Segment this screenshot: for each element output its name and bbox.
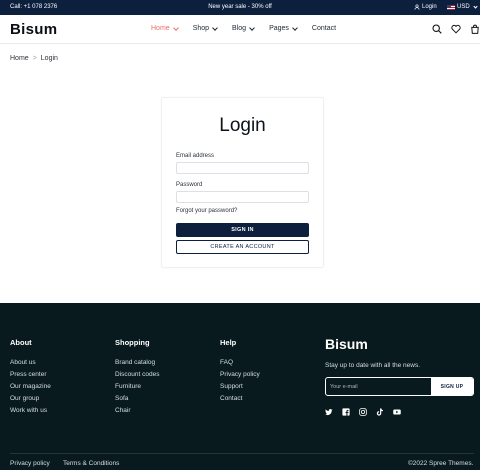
- currency-selector[interactable]: USD: [447, 3, 478, 10]
- footer-shopping-links: Brand catalog Discount codes Furniture S…: [115, 359, 159, 419]
- footer-help-title: Help: [220, 338, 237, 347]
- tiktok-icon[interactable]: [376, 408, 384, 416]
- email-label: Email address: [176, 153, 215, 159]
- nav-label: Home: [151, 25, 170, 32]
- footer-about-links: About us Press center Our magazine Our g…: [10, 359, 51, 419]
- breadcrumb-home[interactable]: Home: [10, 55, 29, 62]
- site-header: Bisum Home Shop Blog Pages Contact: [0, 15, 480, 44]
- chevron-down-icon: [249, 24, 255, 31]
- footer-link[interactable]: Discount codes: [115, 371, 159, 383]
- page-title: Login: [219, 115, 266, 136]
- footer-link[interactable]: Press center: [10, 371, 51, 383]
- nav-item-pages[interactable]: Pages: [269, 24, 298, 32]
- heart-icon[interactable]: [451, 24, 461, 34]
- footer-link[interactable]: Chair: [115, 407, 159, 419]
- nav-label: Blog: [232, 25, 247, 32]
- social-links: [325, 408, 401, 416]
- chevron-down-icon: [172, 24, 179, 31]
- terms-link[interactable]: Terms & Conditions: [63, 460, 119, 467]
- chevron-down-icon: [473, 3, 478, 9]
- password-label: Password: [176, 182, 203, 188]
- privacy-policy-link[interactable]: Privacy policy: [10, 460, 50, 467]
- nav-item-contact[interactable]: Contact: [312, 25, 336, 32]
- newsletter-tagline: Stay up to date with all the news.: [325, 362, 421, 369]
- nav-label: Pages: [269, 25, 289, 32]
- footer-link[interactable]: Work with us: [10, 407, 51, 419]
- user-icon: [414, 4, 420, 10]
- topbar-login-label: Login: [422, 4, 437, 10]
- chevron-down-icon: [292, 24, 298, 31]
- breadcrumb-current: Login: [40, 55, 58, 62]
- email-field[interactable]: [176, 162, 309, 174]
- footer-link[interactable]: FAQ: [220, 359, 260, 371]
- announcement-bar: Call: +1 078 2376 New year sale - 30% of…: [0, 0, 480, 15]
- bag-icon[interactable]: [470, 24, 480, 34]
- nav-label: Contact: [311, 25, 337, 32]
- facebook-icon[interactable]: [342, 408, 350, 416]
- nav-item-blog[interactable]: Blog: [232, 24, 255, 32]
- footer-link[interactable]: Our group: [10, 395, 51, 407]
- footer-link[interactable]: Sofa: [115, 395, 159, 407]
- sign-up-button[interactable]: SIGN UP: [431, 378, 473, 395]
- footer-link[interactable]: About us: [10, 359, 51, 371]
- currency-label: USD: [457, 4, 470, 10]
- login-card: Login Email address Password Forgot your…: [161, 97, 324, 268]
- footer-help-links: FAQ Privacy policy Support Contact: [220, 359, 260, 407]
- youtube-icon[interactable]: [393, 408, 401, 416]
- chevron-down-icon: [212, 24, 218, 31]
- footer-link[interactable]: Support: [220, 383, 260, 395]
- twitter-icon[interactable]: [325, 408, 333, 416]
- instagram-icon[interactable]: [359, 408, 367, 416]
- create-account-button[interactable]: CREATE AN ACCOUNT: [176, 240, 309, 254]
- site-footer: About About us Press center Our magazine…: [0, 303, 480, 470]
- us-flag-icon: [447, 4, 455, 10]
- footer-link[interactable]: Privacy policy: [220, 371, 260, 383]
- footer-divider: [10, 453, 474, 454]
- footer-shopping-title: Shopping: [115, 338, 150, 347]
- nav-item-shop[interactable]: Shop: [192, 24, 218, 32]
- footer-about-title: About: [10, 338, 32, 347]
- nav-label: Shop: [192, 25, 210, 32]
- breadcrumb: Home > Login: [10, 55, 58, 62]
- password-field[interactable]: [176, 191, 309, 203]
- promo-text: New year sale - 30% off: [208, 4, 272, 10]
- newsletter-email-input[interactable]: [330, 381, 430, 393]
- copyright: ©2022 Spree Themes.: [408, 460, 474, 467]
- search-icon[interactable]: [432, 24, 442, 34]
- chevron-right-icon: >: [32, 55, 37, 62]
- main-nav: Home Shop Blog Pages Contact: [151, 24, 351, 32]
- footer-logo[interactable]: Bisum: [325, 336, 368, 352]
- topbar-login-link[interactable]: Login: [414, 4, 437, 10]
- header-actions: [432, 24, 480, 34]
- sign-in-button[interactable]: SIGN IN: [176, 223, 309, 237]
- forgot-password-link[interactable]: Forgot your password?: [176, 208, 237, 214]
- newsletter-form: SIGN UP: [325, 377, 474, 396]
- footer-link[interactable]: Our magazine: [10, 383, 51, 395]
- footer-link[interactable]: Brand catalog: [115, 359, 159, 371]
- nav-item-home[interactable]: Home: [151, 24, 179, 32]
- site-logo[interactable]: Bisum: [10, 21, 57, 38]
- footer-link[interactable]: Furniture: [115, 383, 159, 395]
- footer-link[interactable]: Contact: [220, 395, 260, 407]
